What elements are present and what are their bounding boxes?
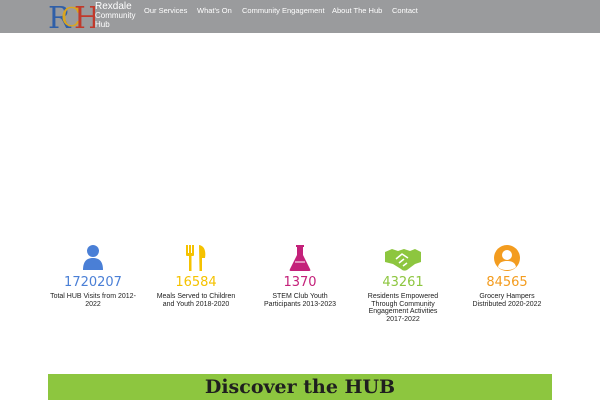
nav-about-the-hub[interactable]: About The Hub bbox=[332, 6, 382, 15]
stat-grocery-hampers: 84565 Grocery Hampers Distributed 2020-2… bbox=[457, 244, 557, 308]
stat-label: Residents Empowered Through Community En… bbox=[367, 293, 439, 323]
stat-label: STEM Club Youth Participants 2013-2023 bbox=[264, 293, 336, 308]
cutlery-icon bbox=[186, 245, 206, 271]
discover-banner: Discover the HUB bbox=[48, 374, 552, 400]
site-header: R C H Rexdale Community Hub Our Services… bbox=[0, 0, 600, 33]
stat-number: 84565 bbox=[486, 275, 528, 290]
stat-meals-served: 16584 Meals Served to Children and Youth… bbox=[146, 244, 246, 308]
stat-number: 1370 bbox=[283, 275, 317, 290]
discover-title: Discover the HUB bbox=[204, 376, 396, 398]
nav-whats-on[interactable]: What's On bbox=[197, 6, 232, 15]
stat-number: 16584 bbox=[175, 275, 217, 290]
nav-our-services[interactable]: Our Services bbox=[144, 6, 187, 15]
logo-line-3: Hub bbox=[95, 19, 110, 29]
user-icon bbox=[83, 245, 103, 270]
stat-label: Meals Served to Children and Youth 2018-… bbox=[156, 293, 236, 308]
stat-number: 43261 bbox=[382, 275, 424, 290]
site-logo[interactable]: R C H Rexdale Community Hub bbox=[47, 0, 135, 33]
stat-number: 1720207 bbox=[64, 275, 122, 290]
nav-community-engagement[interactable]: Community Engagement bbox=[242, 6, 325, 15]
stat-residents-empowered: 43261 Residents Empowered Through Commun… bbox=[353, 244, 453, 323]
handshake-icon bbox=[385, 249, 421, 271]
stat-hub-visits: 1720207 Total HUB Visits from 2012-2022 bbox=[43, 244, 143, 308]
logo-mark-icon: R C H bbox=[48, 1, 95, 33]
logo-wordmark: Rexdale Community Hub bbox=[95, 2, 135, 29]
nav-contact[interactable]: Contact bbox=[392, 6, 418, 15]
flask-icon bbox=[289, 245, 311, 271]
person-circle-icon bbox=[494, 245, 520, 271]
svg-text:H: H bbox=[74, 1, 95, 33]
stat-stem-club: 1370 STEM Club Youth Participants 2013-2… bbox=[250, 244, 350, 308]
stat-label: Total HUB Visits from 2012-2022 bbox=[50, 293, 136, 308]
stat-label: Grocery Hampers Distributed 2020-2022 bbox=[472, 293, 542, 308]
